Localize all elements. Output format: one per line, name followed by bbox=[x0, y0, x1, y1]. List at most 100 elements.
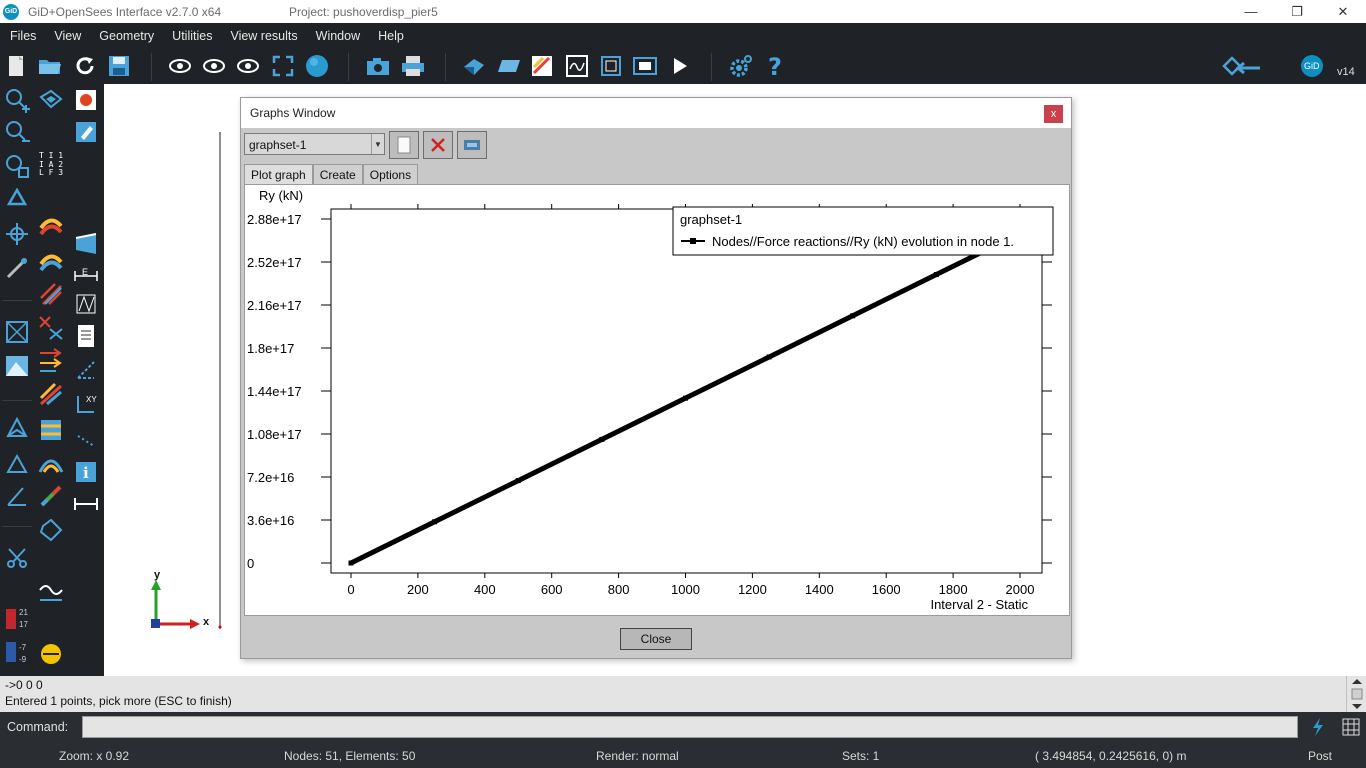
stream-lines-icon[interactable] bbox=[37, 380, 65, 408]
view-eye-icon[interactable] bbox=[168, 54, 192, 78]
menu-files[interactable]: Files bbox=[0, 29, 45, 43]
line-tool-icon[interactable] bbox=[3, 254, 31, 282]
mesh-table-icon[interactable]: T I 1I A 2L F 3 bbox=[37, 148, 65, 176]
volume-icon[interactable] bbox=[3, 414, 31, 442]
contour-blue-icon[interactable] bbox=[37, 246, 65, 274]
measure-angle-icon[interactable] bbox=[3, 482, 31, 510]
play-icon[interactable] bbox=[668, 54, 692, 78]
document-icon[interactable] bbox=[72, 322, 100, 350]
menu-view-results[interactable]: View results bbox=[221, 29, 306, 43]
y-axis-arrowhead bbox=[151, 580, 161, 590]
move-transform-icon[interactable] bbox=[3, 220, 31, 248]
y-tick-label: 2.88e+17 bbox=[247, 212, 302, 227]
hide-results-icon[interactable] bbox=[37, 640, 65, 668]
camera-icon[interactable] bbox=[366, 54, 390, 78]
x-tick-label: 1800 bbox=[939, 582, 968, 597]
refresh-icon[interactable] bbox=[73, 54, 97, 78]
vector-arrows-icon[interactable] bbox=[37, 346, 65, 374]
zoom-out-point-icon[interactable] bbox=[3, 118, 31, 146]
menu-geometry[interactable]: Geometry bbox=[90, 29, 163, 43]
dimension-e-icon[interactable]: E bbox=[72, 262, 100, 290]
x-tick-label: 1000 bbox=[671, 582, 700, 597]
save-icon[interactable] bbox=[107, 54, 131, 78]
restore-button[interactable]: ❐ bbox=[1274, 0, 1320, 23]
render-sphere-icon[interactable] bbox=[305, 54, 329, 78]
x-axis-title: Interval 2 - Static bbox=[930, 597, 1028, 612]
y-tick-label: 1.44e+17 bbox=[247, 384, 302, 399]
pre-post-toggle-icon[interactable] bbox=[1222, 54, 1262, 78]
print-icon[interactable] bbox=[401, 54, 425, 78]
scissors-icon[interactable] bbox=[3, 544, 31, 572]
console-line-1: ->0 0 0 bbox=[5, 678, 43, 692]
graphs-window-titlebar[interactable]: Graphs Window x bbox=[241, 98, 1071, 128]
close-button[interactable]: Close bbox=[620, 628, 692, 650]
frame-view-icon[interactable] bbox=[599, 54, 623, 78]
svg-text:T I 1: T I 1 bbox=[39, 151, 63, 160]
create-point-icon[interactable] bbox=[3, 86, 31, 114]
minimize-button[interactable]: — bbox=[1228, 0, 1274, 23]
contour-lines-icon[interactable] bbox=[37, 280, 65, 308]
geometry-layers-icon[interactable] bbox=[37, 86, 65, 114]
open-folder-icon[interactable] bbox=[38, 54, 62, 78]
rename-graphset-button[interactable] bbox=[457, 131, 487, 159]
deformed-shape-icon[interactable] bbox=[37, 450, 65, 478]
axes-dashed-icon[interactable] bbox=[72, 356, 100, 384]
legend-max2: 17 bbox=[19, 620, 28, 629]
surface-icon[interactable] bbox=[3, 352, 31, 380]
grid-icon[interactable] bbox=[1342, 718, 1360, 739]
mesh-pattern-icon[interactable] bbox=[72, 290, 100, 318]
tab-options[interactable]: Options bbox=[362, 164, 419, 184]
status-mode[interactable]: Post bbox=[1308, 749, 1332, 763]
close-window-button[interactable]: ✕ bbox=[1320, 0, 1366, 23]
graphset-select[interactable]: graphset-1 ▼ bbox=[244, 133, 385, 155]
graph-window-icon[interactable] bbox=[565, 54, 589, 78]
iso-surface-icon[interactable] bbox=[37, 416, 65, 444]
dotted-line-icon[interactable] bbox=[72, 424, 100, 452]
info-icon[interactable]: i bbox=[72, 458, 100, 486]
cut-plane-icon[interactable] bbox=[37, 516, 65, 544]
console-scrollbar[interactable] bbox=[1346, 676, 1366, 712]
deform-mesh-icon[interactable] bbox=[462, 54, 486, 78]
menu-utilities[interactable]: Utilities bbox=[163, 29, 221, 43]
series-point bbox=[432, 519, 438, 525]
settings-gear-icon[interactable] bbox=[729, 54, 753, 78]
tab-create[interactable]: Create bbox=[312, 164, 363, 184]
cylinder-icon[interactable] bbox=[72, 230, 100, 258]
box-select-icon[interactable] bbox=[3, 318, 31, 346]
command-input[interactable] bbox=[82, 716, 1298, 738]
edit-pencil-icon[interactable] bbox=[72, 118, 100, 146]
new-file-icon[interactable] bbox=[4, 54, 28, 78]
chevron-down-icon[interactable]: ▼ bbox=[371, 134, 384, 154]
tab-plot-graph[interactable]: Plot graph bbox=[244, 164, 313, 184]
new-graphset-button[interactable] bbox=[389, 131, 419, 159]
view-rotate-eye-icon[interactable] bbox=[202, 54, 226, 78]
y-tick-label: 2.52e+17 bbox=[247, 255, 302, 270]
lightning-icon[interactable] bbox=[1310, 717, 1326, 740]
legend-entry: Nodes//Force reactions//Ry (kN) evolutio… bbox=[712, 234, 1014, 249]
graph-lines-icon[interactable] bbox=[37, 578, 65, 606]
recycle-icon[interactable] bbox=[3, 186, 31, 214]
xy-axes-icon[interactable]: XY bbox=[72, 390, 100, 418]
help-question-icon[interactable]: ? bbox=[763, 54, 787, 78]
remove-results-icon[interactable] bbox=[37, 314, 65, 342]
menu-help[interactable]: Help bbox=[369, 29, 413, 43]
zoom-frame-icon[interactable] bbox=[271, 54, 295, 78]
status-bar: Zoom: x 0.92 Nodes: 51, Elements: 50 Ren… bbox=[0, 742, 1366, 768]
contour-red-icon[interactable] bbox=[37, 210, 65, 238]
gid-logo-icon: GiD bbox=[3, 3, 19, 20]
color-gradient-icon[interactable] bbox=[37, 482, 65, 510]
status-render: Render: normal bbox=[596, 749, 679, 763]
record-icon[interactable] bbox=[72, 86, 100, 114]
delete-graphset-button[interactable] bbox=[423, 131, 453, 159]
menu-view[interactable]: View bbox=[45, 29, 90, 43]
contour-fill-icon[interactable] bbox=[530, 54, 554, 78]
graphs-window-close-button[interactable]: x bbox=[1044, 105, 1063, 123]
contour-plane-icon[interactable] bbox=[497, 54, 521, 78]
menu-window[interactable]: Window bbox=[307, 29, 369, 43]
select-point-icon[interactable] bbox=[3, 152, 31, 180]
triangle-icon[interactable] bbox=[3, 450, 31, 478]
animation-film-icon[interactable] bbox=[633, 54, 657, 78]
measure-distance-icon[interactable] bbox=[72, 490, 100, 518]
plot-area[interactable]: 0 3.6e+16 7.2e+16 1.08e+17 1.44e+17 1.8e+17 2.… bbox=[244, 184, 1070, 616]
view-zoom-eye-icon[interactable] bbox=[236, 54, 260, 78]
